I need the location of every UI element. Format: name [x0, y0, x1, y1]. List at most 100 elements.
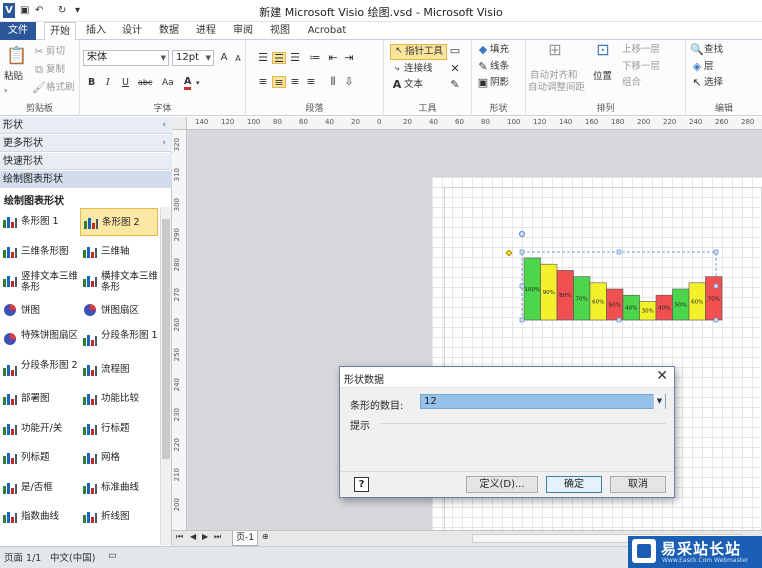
rotation-handle[interactable]	[519, 231, 525, 237]
paste-button[interactable]: 粘贴	[4, 70, 23, 84]
resize-handle[interactable]	[519, 249, 525, 255]
tab-acrobat[interactable]: Acrobat	[302, 22, 352, 40]
find-button[interactable]: 查找	[704, 43, 723, 57]
connector-button[interactable]: 连接线	[404, 62, 433, 76]
define-button[interactable]: 定义(D)...	[466, 476, 538, 493]
bold-button[interactable]: B	[88, 76, 95, 90]
close-icon[interactable]: ✕	[656, 368, 668, 384]
resize-handle[interactable]	[713, 249, 719, 255]
resize-handle[interactable]	[713, 283, 719, 289]
stencil-shape-item[interactable]: 分段条形图 2	[0, 356, 78, 384]
bullets-icon[interactable]: ≔	[308, 52, 322, 64]
grow-font-icon[interactable]: A	[217, 52, 231, 64]
stencil-shape-item[interactable]: 流程图	[80, 356, 158, 384]
collapse-left-icon[interactable]: ‹	[162, 117, 166, 134]
change-case-button[interactable]: Aa	[162, 76, 174, 90]
font-color-dropdown-icon[interactable]: ▾	[196, 76, 200, 90]
close-x-icon[interactable]: ✕	[448, 63, 462, 75]
strikethrough-button[interactable]: abc	[138, 76, 152, 90]
stencil-shape-item[interactable]: 分段条形图 1	[80, 326, 158, 354]
stencil-shape-item[interactable]: 条形图 2	[80, 208, 158, 236]
align-right-icon[interactable]: ≡	[288, 76, 302, 88]
stencil-shape-item[interactable]: 饼图	[0, 297, 78, 325]
fill-button[interactable]: 填充	[490, 43, 509, 57]
page-status[interactable]: 页面 1/1	[4, 550, 41, 564]
cut-button[interactable]: 剪切	[46, 45, 65, 59]
text-tool-button[interactable]: 文本	[404, 78, 423, 92]
distribute-icon[interactable]: ⦀	[326, 76, 340, 88]
stencil-shape-item[interactable]: 竖排文本三维条形	[0, 267, 78, 295]
insert-page-icon[interactable]: ⊕	[262, 532, 269, 541]
scrollbar-thumb[interactable]	[162, 219, 170, 459]
align-middle-icon[interactable]: ☰	[272, 52, 286, 65]
resize-handle[interactable]	[616, 249, 622, 255]
resize-handle[interactable]	[616, 317, 622, 323]
line-button[interactable]: 线条	[490, 60, 509, 74]
text-direction-icon[interactable]: ⇩	[342, 76, 356, 88]
paste-icon[interactable]: 📋	[6, 46, 27, 66]
group-button[interactable]: 组合	[622, 76, 641, 90]
select-button[interactable]: 选择	[704, 76, 723, 90]
more-shapes-header[interactable]: 更多形状 ›	[0, 135, 172, 152]
stencil-shape-item[interactable]: 饼图扇区	[80, 297, 158, 325]
align-top-icon[interactable]: ☰	[256, 52, 270, 64]
font-name-combo[interactable]: 宋体 ▼	[83, 50, 169, 66]
tab-file[interactable]: 文件	[0, 22, 36, 40]
stencil-shape-item[interactable]: 列标题	[0, 444, 78, 472]
chevron-down-icon[interactable]: ▼	[653, 394, 665, 409]
tab-home[interactable]: 开始	[44, 22, 76, 41]
paste-dropdown-icon[interactable]: ▾	[4, 84, 8, 98]
stencil-shape-item[interactable]: 三维轴	[80, 238, 158, 266]
stencil-shape-item[interactable]: 三维条形图	[0, 238, 78, 266]
layers-button[interactable]: 层	[704, 60, 714, 74]
bar-chart-shape[interactable]: 100% 90% 80% 70% 60% 50% 40% 30% 40% 50% 60% 70%	[505, 231, 728, 352]
tab-process[interactable]: 进程	[190, 22, 222, 40]
stencil-shape-item[interactable]: 功能比较	[80, 385, 158, 413]
language-status[interactable]: 中文(中国)	[50, 550, 95, 564]
chart-shapes-header[interactable]: 绘制图表形状	[0, 171, 172, 188]
auto-space-button[interactable]: 自动调整间距	[528, 81, 585, 95]
tab-insert[interactable]: 插入	[80, 22, 112, 40]
font-color-button[interactable]: A	[184, 76, 192, 90]
justify-icon[interactable]: ≡	[304, 76, 318, 88]
increase-indent-icon[interactable]: ⇥	[342, 52, 356, 64]
shadow-button[interactable]: 阴影	[490, 76, 509, 90]
shrink-font-icon[interactable]: A	[231, 53, 245, 65]
tab-review[interactable]: 审阅	[227, 22, 259, 40]
resize-handle[interactable]	[519, 283, 525, 289]
pane-scrollbar[interactable]	[160, 207, 171, 545]
vertical-ruler[interactable]: 320 310 300 290 280 270 260 250 240 230 220 210 200	[172, 130, 187, 530]
rectangle-icon[interactable]: ▭	[448, 45, 462, 57]
align-left-icon[interactable]: ≡	[256, 76, 270, 88]
bring-forward-button[interactable]: 上移一层	[622, 43, 660, 57]
bar-count-select[interactable]: 12 ▼	[420, 394, 666, 409]
stencil-shape-item[interactable]: 折线图	[80, 503, 158, 531]
resize-handle[interactable]	[519, 317, 525, 323]
resize-handle[interactable]	[713, 317, 719, 323]
stencil-shape-item[interactable]: 条形图 1	[0, 208, 78, 236]
stencil-shape-item[interactable]: 功能开/关	[0, 415, 78, 443]
align-bottom-icon[interactable]: ☰	[288, 52, 302, 64]
last-page-icon[interactable]: ⏭	[214, 532, 221, 542]
cancel-button[interactable]: 取消	[610, 476, 666, 493]
tab-view[interactable]: 视图	[264, 22, 296, 40]
copy-button[interactable]: 复制	[46, 63, 65, 77]
send-backward-button[interactable]: 下移一层	[622, 60, 660, 74]
first-page-icon[interactable]: ⏮	[176, 532, 183, 542]
control-handle[interactable]	[505, 249, 513, 257]
tab-data[interactable]: 数据	[153, 22, 185, 40]
stencil-shape-item[interactable]: 指数曲线	[0, 503, 78, 531]
stencil-shape-item[interactable]: 行标题	[80, 415, 158, 443]
next-page-icon[interactable]: ▶	[202, 532, 208, 541]
macro-icon[interactable]: ▭	[108, 550, 117, 561]
stencil-shape-item[interactable]: 网格	[80, 444, 158, 472]
stencil-shape-item[interactable]: 横排文本三维条形	[80, 267, 158, 295]
help-icon[interactable]: ?	[354, 477, 369, 492]
pencil-icon[interactable]: ✎	[448, 79, 462, 91]
tab-design[interactable]: 设计	[116, 22, 148, 40]
stencil-shape-item[interactable]: 标准曲线	[80, 474, 158, 502]
stencil-shape-item[interactable]: 特殊饼图扇区	[0, 326, 78, 354]
ok-button[interactable]: 确定	[546, 476, 602, 493]
italic-button[interactable]: I	[106, 76, 110, 90]
page-tab[interactable]: 页-1	[232, 531, 258, 546]
